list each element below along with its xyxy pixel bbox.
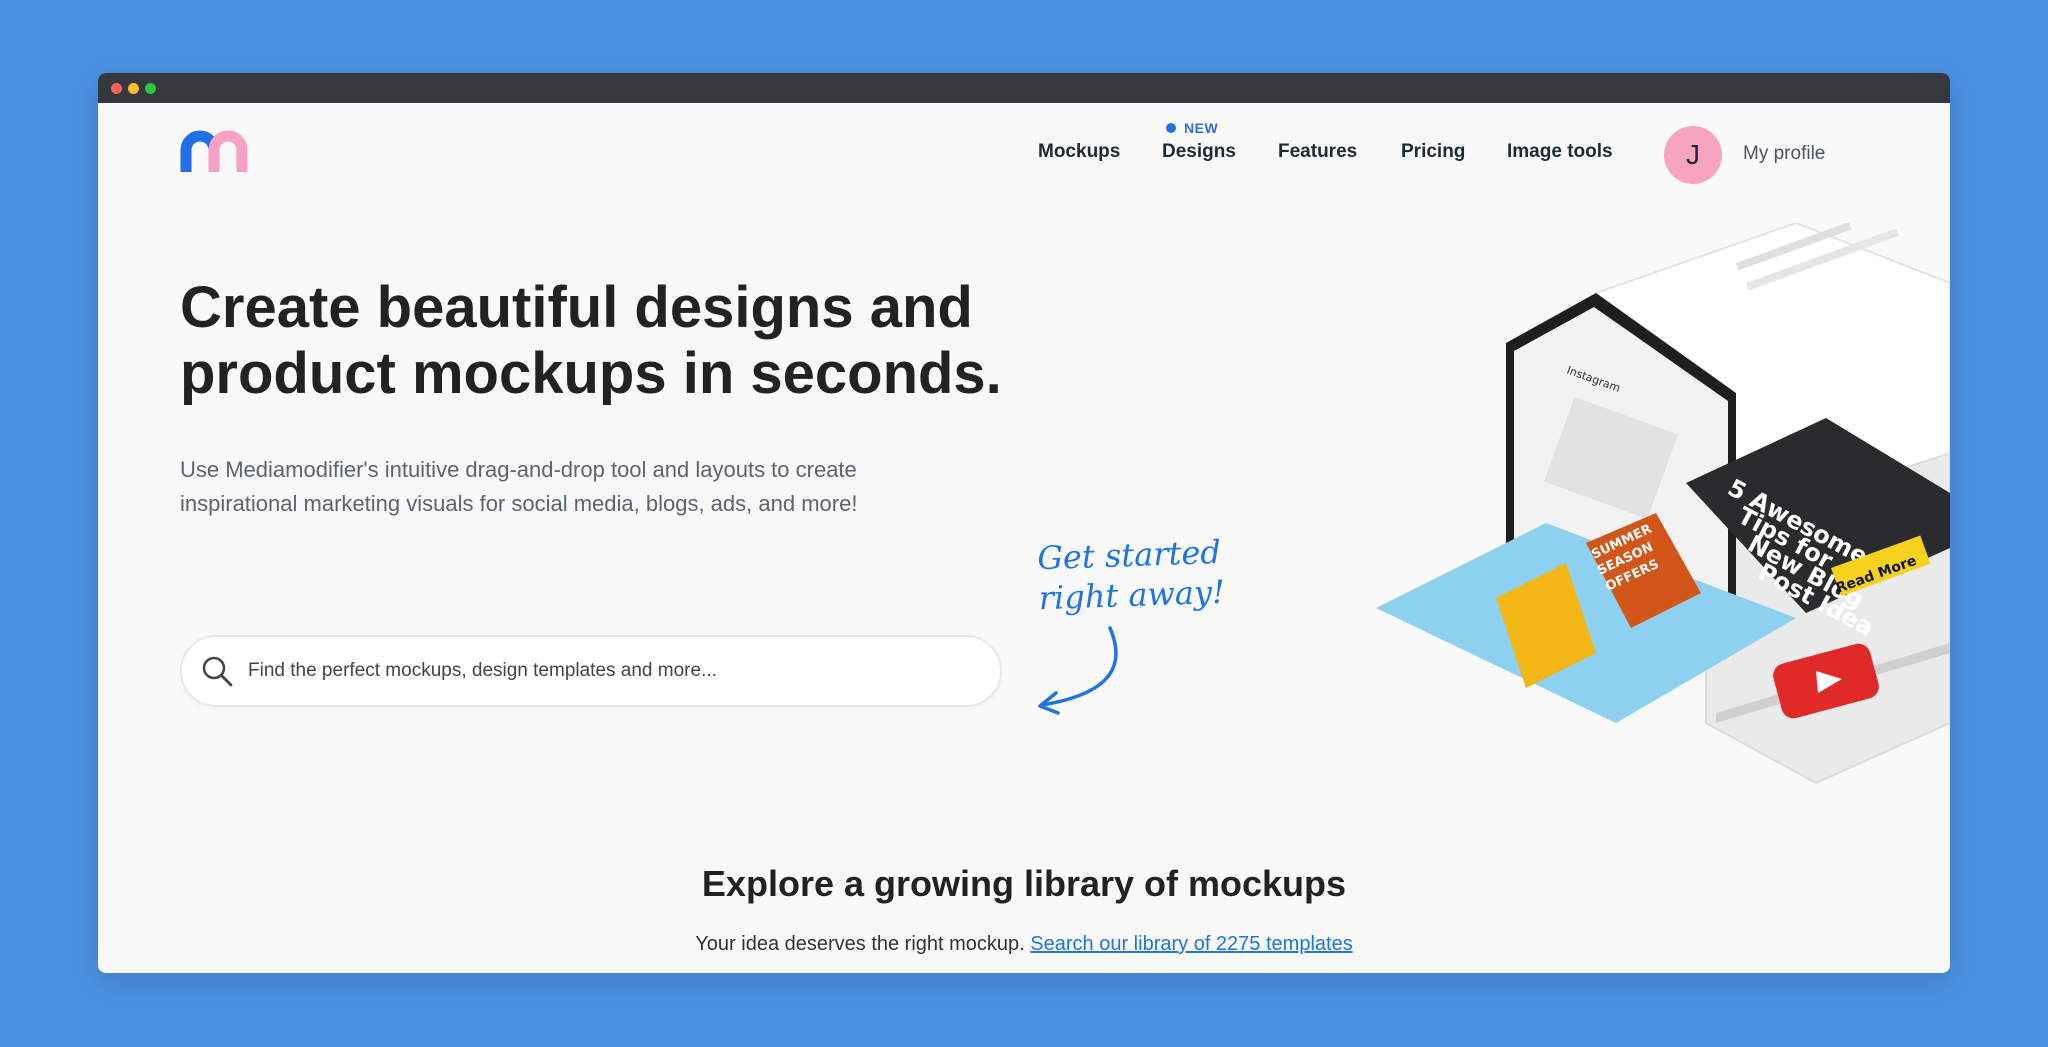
get-started-callout: Get started right away! [1037,532,1226,618]
search-input[interactable] [248,660,968,682]
new-badge-label: NEW [1184,120,1219,136]
hero-subtitle: Use Mediamodifier's intuitive drag-and-d… [180,453,970,521]
explore-subtitle-text: Your idea deserves the right mockup. [695,933,1025,955]
curved-arrow-icon [1038,626,1118,715]
maximize-window-dot[interactable] [145,83,156,94]
nav-item-pricing[interactable]: Pricing [1401,141,1465,163]
nav-item-designs[interactable]: Designs [1162,141,1236,163]
hero-title-line-1: Create beautiful designs and [180,275,973,340]
explore-title: Explore a growing library of mockups [701,863,1347,904]
hero-subtitle-line-2: inspirational marketing visuals for soci… [180,491,858,516]
landing-page: NEW Mockups Designs Features Pricing Ima… [98,103,1950,973]
search-library-link[interactable]: Search our library of 2275 templates [1030,933,1352,955]
hero-title: Create beautiful designs and product moc… [180,275,1040,407]
callout-line-2: right away! [1038,572,1226,618]
explore-subtitle: Your idea deserves the right mockup. Sea… [98,933,1950,956]
top-navigation: NEW Mockups Designs Features Pricing Ima… [98,103,1950,213]
search-icon [202,656,233,687]
search-bar[interactable] [180,635,1002,707]
nav-item-features[interactable]: Features [1278,141,1357,163]
nav-item-image-tools[interactable]: Image tools [1507,141,1613,163]
window-titlebar [98,73,1950,103]
mockups-illustration: Instagram 5 Awesome Tips for New Blog Po… [1376,223,1950,785]
hero-title-line-2: product mockups in seconds. [180,341,1002,406]
browser-window: NEW Mockups Designs Features Pricing Ima… [98,73,1950,973]
nav-item-mockups[interactable]: Mockups [1038,141,1120,163]
new-dot-icon [1166,123,1176,133]
avatar[interactable]: J [1664,126,1722,184]
callout-line-1: Get started [1036,532,1222,578]
new-badge: NEW [1166,120,1218,136]
minimize-window-dot[interactable] [128,83,139,94]
hero-subtitle-line-1: Use Mediamodifier's intuitive drag-and-d… [180,457,857,482]
close-window-dot[interactable] [111,83,122,94]
my-profile-link[interactable]: My profile [1743,143,1825,165]
